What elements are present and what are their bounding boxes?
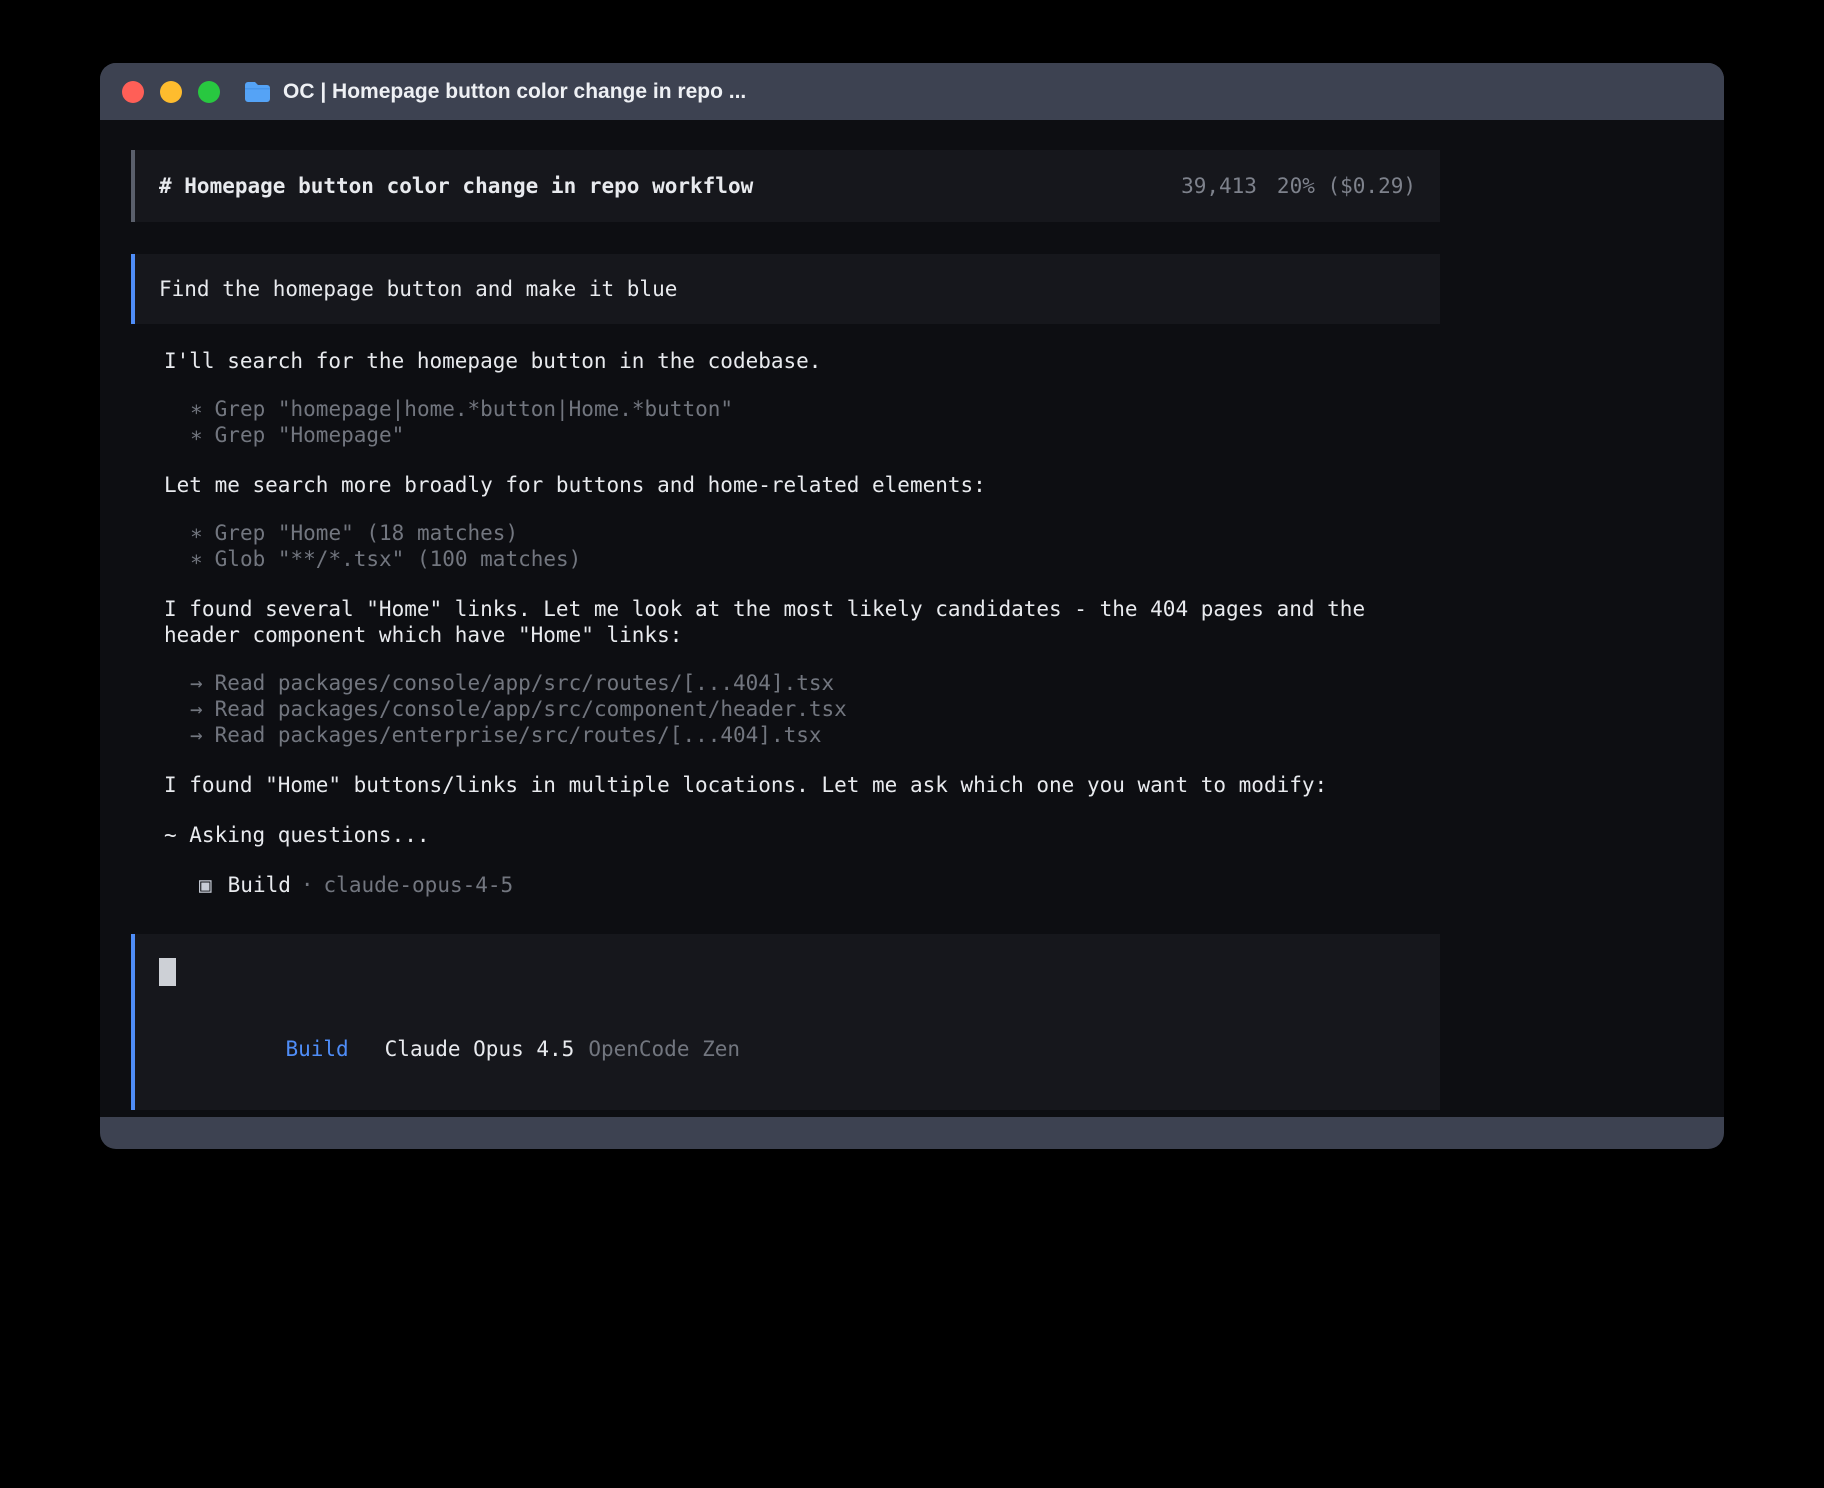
window-title: OC | Homepage button color change in rep… [283,80,746,104]
agent-name: Build [228,873,291,897]
assistant-text: Let me search more broadly for buttons a… [164,472,1426,498]
tool-calls: → Read packages/console/app/src/routes/[.… [164,670,1440,748]
arrow-right-icon: → [190,723,203,747]
transcript: I'll search for the homepage button in t… [131,348,1440,898]
input-provider-label: OpenCode Zen [588,1037,740,1061]
asterisk-icon: ∗ [190,423,203,447]
context-usage: 20% ($0.29) [1277,174,1416,198]
folder-icon [244,81,271,103]
assistant-text: I found "Home" buttons/links in multiple… [164,772,1426,798]
traffic-lights [122,81,220,103]
tool-call-read: → Read packages/enterprise/src/routes/[..… [164,722,1440,748]
tool-call-text: Grep "Homepage" [215,423,405,447]
asterisk-icon: ∗ [190,397,203,421]
assistant-text: I found several "Home" links. Let me loo… [164,596,1426,648]
arrow-right-icon: → [190,697,203,721]
input-model-label[interactable]: Claude Opus 4.5 [385,1037,575,1061]
minimize-button[interactable] [160,81,182,103]
assistant-text: I'll search for the homepage button in t… [164,348,1426,374]
assistant-status-text: ~ Asking questions... [164,822,1426,848]
tool-call-grep: ∗ Grep "homepage|home.*button|Home.*butto… [164,396,1440,422]
session-header: # Homepage button color change in repo w… [131,150,1440,222]
tool-call-text: Read packages/enterprise/src/routes/[...… [215,723,822,747]
session-title: # Homepage button color change in repo w… [159,173,753,199]
asterisk-icon: ∗ [190,547,203,571]
tool-call-grep: ∗ Grep "Home" (18 matches) [164,520,1440,546]
session-stats: 39,413 20% ($0.29) [1181,173,1416,199]
tool-call-read: → Read packages/console/app/src/routes/[.… [164,670,1440,696]
asterisk-icon: ∗ [190,521,203,545]
tool-call-grep: ∗ Grep "Homepage" [164,422,1440,448]
zoom-button[interactable] [198,81,220,103]
agent-status: ▣ Build · claude-opus-4-5 [164,872,1440,898]
tool-call-text: Glob "**/*.tsx" (100 matches) [215,547,582,571]
input-agent-label[interactable]: Build [285,1037,348,1061]
prompt-input[interactable]: Build Claude Opus 4.5 OpenCode Zen [131,934,1440,1110]
input-meta: Build Claude Opus 4.5 OpenCode Zen [159,1010,1416,1088]
user-message-text: Find the homepage button and make it blu… [159,277,677,301]
arrow-right-icon: → [190,671,203,695]
terminal-body: # Homepage button color change in repo w… [100,120,1724,1133]
window-footer [100,1117,1724,1133]
tool-call-text: Grep "Home" (18 matches) [215,521,518,545]
dot-separator: · [301,873,314,897]
tool-call-text: Grep "homepage|home.*button|Home.*button… [215,397,733,421]
tool-call-text: Read packages/console/app/src/routes/[..… [215,671,835,695]
tool-call-read: → Read packages/console/app/src/component… [164,696,1440,722]
titlebar[interactable]: OC | Homepage button color change in rep… [100,63,1724,120]
token-count: 39,413 [1181,174,1257,198]
text-cursor [159,958,176,986]
close-button[interactable] [122,81,144,103]
tool-call-text: Read packages/console/app/src/component/… [215,697,847,721]
agent-square-icon: ▣ [199,873,212,897]
agent-model: claude-opus-4-5 [324,873,514,897]
user-message: Find the homepage button and make it blu… [131,254,1440,324]
tool-calls: ∗ Grep "Home" (18 matches) ∗ Glob "**/*.ts… [164,520,1440,572]
tool-call-glob: ∗ Glob "**/*.tsx" (100 matches) [164,546,1440,572]
terminal-window: OC | Homepage button color change in rep… [100,63,1724,1149]
tool-calls: ∗ Grep "homepage|home.*button|Home.*butto… [164,396,1440,448]
